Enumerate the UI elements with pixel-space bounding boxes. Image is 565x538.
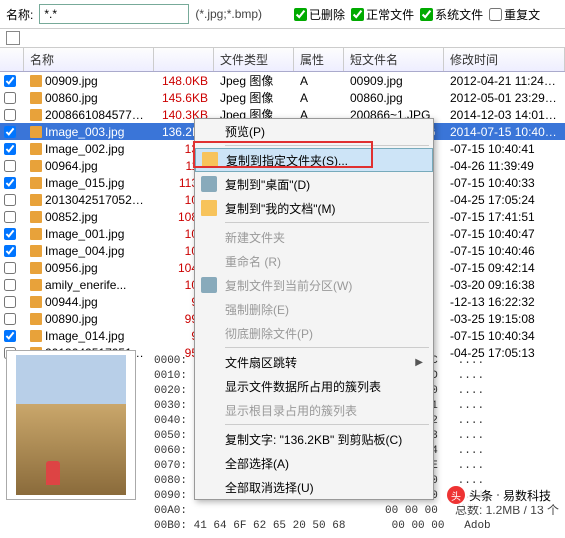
file-icon — [30, 109, 42, 121]
file-icon — [30, 211, 42, 223]
row-checkbox[interactable] — [4, 143, 16, 155]
menu-copy-to-desktop[interactable]: 复制到"桌面"(D) — [195, 172, 433, 196]
name-input[interactable] — [39, 4, 189, 24]
menu-copy-text[interactable]: 复制文字: "136.2KB" 到剪贴板(C) — [195, 427, 433, 451]
row-checkbox[interactable] — [4, 109, 16, 121]
menu-cluster-list[interactable]: 显示文件数据所占用的簇列表 — [195, 374, 433, 398]
row-checkbox[interactable] — [4, 330, 16, 342]
folder-icon — [202, 152, 218, 168]
file-icon — [30, 296, 42, 308]
context-menu: 预览(P) 复制到指定文件夹(S)... 复制到"桌面"(D) 复制到"我的文档… — [194, 118, 434, 500]
name-label: 名称: — [6, 6, 33, 23]
drive-icon — [201, 277, 217, 293]
menu-deselect-all[interactable]: 全部取消选择(U) — [195, 475, 433, 499]
row-checkbox[interactable] — [4, 75, 16, 87]
filter-normal[interactable]: 正常文件 — [351, 6, 414, 23]
row-checkbox[interactable] — [4, 126, 16, 138]
filter-system[interactable]: 系统文件 — [420, 6, 483, 23]
menu-copy-partition: 复制文件到当前分区(W) — [195, 273, 433, 297]
watermark-icon: 头 — [447, 486, 465, 504]
filter-deleted[interactable]: 已删除 — [294, 6, 345, 23]
table-row[interactable]: 00860.jpg145.6KBJpeg 图像A00860.jpg2012-05… — [0, 89, 565, 106]
menu-force-delete: 强制删除(E) — [195, 297, 433, 321]
row-checkbox[interactable] — [4, 313, 16, 325]
row-checkbox[interactable] — [4, 245, 16, 257]
menu-copy-to-folder[interactable]: 复制到指定文件夹(S)... — [195, 148, 433, 172]
row-checkbox[interactable] — [4, 160, 16, 172]
file-icon — [30, 279, 42, 291]
file-icon — [30, 194, 42, 206]
row-checkbox[interactable] — [4, 279, 16, 291]
desktop-icon — [201, 176, 217, 192]
menu-preview[interactable]: 预览(P) — [195, 119, 433, 143]
file-icon — [30, 330, 42, 342]
menu-perm-delete: 彻底删除文件(P) — [195, 321, 433, 345]
row-checkbox[interactable] — [4, 177, 16, 189]
row-checkbox[interactable] — [4, 194, 16, 206]
menu-copy-to-docs[interactable]: 复制到"我的文档"(M) — [195, 196, 433, 220]
column-headers[interactable]: 名称 文件类型 属性 短文件名 修改时间 — [0, 48, 565, 72]
file-icon — [30, 228, 42, 240]
file-icon — [30, 262, 42, 274]
menu-rename: 重命名 (R) — [195, 249, 433, 273]
docs-icon — [201, 200, 217, 216]
row-checkbox[interactable] — [4, 92, 16, 104]
ext-hint: (*.jpg;*.bmp) — [195, 7, 262, 21]
file-icon — [30, 143, 42, 155]
menu-select-all[interactable]: 全部选择(A) — [195, 451, 433, 475]
filter-dup[interactable]: 重复文 — [489, 6, 540, 23]
toolbar-dropdown[interactable] — [6, 31, 20, 45]
file-icon — [30, 313, 42, 325]
file-icon — [30, 177, 42, 189]
file-icon — [30, 92, 42, 104]
chevron-right-icon: ▶ — [415, 357, 423, 368]
row-checkbox[interactable] — [4, 211, 16, 223]
table-row[interactable]: 00909.jpg148.0KBJpeg 图像A00909.jpg2012-04… — [0, 72, 565, 89]
row-checkbox[interactable] — [4, 296, 16, 308]
menu-root-cluster: 显示根目录占用的簇列表 — [195, 398, 433, 422]
row-checkbox[interactable] — [4, 262, 16, 274]
watermark: 头 头条 易数科技 — [441, 484, 557, 506]
preview-panel — [6, 350, 136, 500]
preview-image — [16, 355, 126, 495]
file-icon — [30, 245, 42, 257]
file-icon — [30, 75, 42, 87]
row-checkbox[interactable] — [4, 228, 16, 240]
file-icon — [30, 160, 42, 172]
file-icon — [30, 126, 42, 138]
menu-sector-jump[interactable]: 文件扇区跳转▶ — [195, 350, 433, 374]
menu-new-folder: 新建文件夹 — [195, 225, 433, 249]
